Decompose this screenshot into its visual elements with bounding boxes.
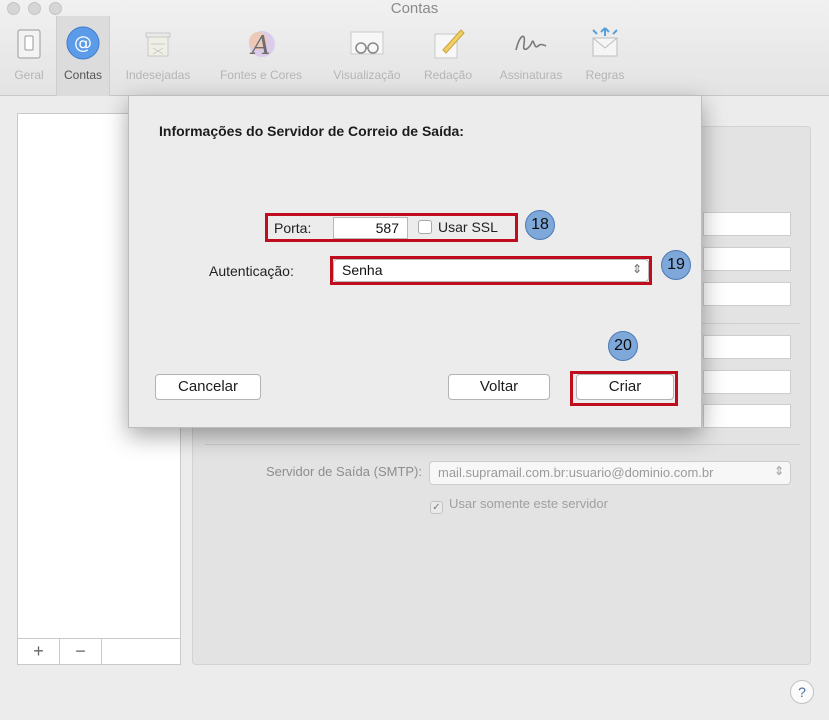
port-label: Porta: xyxy=(274,220,312,236)
toolbar-item-indesejadas[interactable]: Indesejadas xyxy=(115,24,201,82)
toolbar-label: Fontes e Cores xyxy=(219,68,303,82)
toolbar-label: Geral xyxy=(14,68,44,82)
toolbar-label: Assinaturas xyxy=(499,68,563,82)
signature-icon xyxy=(512,24,550,62)
background-field xyxy=(703,282,791,306)
help-button[interactable]: ? xyxy=(790,680,814,704)
toolbar-label: Regras xyxy=(585,68,625,82)
toolbar-item-contas[interactable]: @ Contas xyxy=(56,16,110,96)
only-this-server-checkbox[interactable]: ✓ xyxy=(430,501,443,514)
toolbar-label: Indesejadas xyxy=(125,68,191,82)
toolbar-item-assinaturas[interactable]: Assinaturas xyxy=(488,24,574,82)
port-input[interactable]: 587 xyxy=(333,217,408,239)
authentication-select[interactable]: Senha ⇕ xyxy=(333,259,649,282)
toolbar-label: Redação xyxy=(423,68,473,82)
background-field xyxy=(703,335,791,359)
create-button[interactable]: Criar xyxy=(576,374,674,400)
background-field xyxy=(703,212,791,236)
smtp-server-label: Servidor de Saída (SMTP): xyxy=(265,464,422,479)
select-arrows-icon: ⇕ xyxy=(773,464,784,478)
divider xyxy=(205,444,800,445)
glasses-icon xyxy=(348,24,386,62)
back-button[interactable]: Voltar xyxy=(448,374,550,400)
toolbar-label: Contas xyxy=(63,68,103,82)
only-this-server-label: Usar somente este servidor xyxy=(449,496,608,511)
at-sign-icon: @ xyxy=(64,24,102,62)
background-field xyxy=(703,404,791,428)
add-account-button[interactable]: + xyxy=(18,639,60,664)
background-field xyxy=(703,370,791,394)
use-ssl-label: Usar SSL xyxy=(438,219,498,235)
pencil-icon xyxy=(429,24,467,62)
toolbar-item-visualizacao[interactable]: Visualização xyxy=(323,24,411,82)
annotation-badge-20: 20 xyxy=(608,331,638,361)
toolbar-item-geral[interactable]: Geral xyxy=(2,24,56,82)
toolbar-label: Visualização xyxy=(333,68,401,82)
svg-text:@: @ xyxy=(74,33,92,54)
toolbar-item-regras[interactable]: Regras xyxy=(576,24,634,82)
rules-envelope-icon xyxy=(586,24,624,62)
remove-account-button[interactable]: − xyxy=(60,639,102,664)
toolbar-item-redacao[interactable]: Redação xyxy=(415,24,481,82)
switch-icon xyxy=(10,24,48,62)
accounts-list-toolbar: + − xyxy=(18,638,180,664)
use-ssl-option[interactable]: Usar SSL xyxy=(418,219,498,235)
smtp-server-select[interactable]: mail.supramail.com.br:usuario@dominio.co… xyxy=(429,461,791,485)
authentication-label: Autenticação: xyxy=(209,263,294,279)
authentication-value: Senha xyxy=(342,262,383,278)
only-this-server-option[interactable]: ✓ Usar somente este servidor xyxy=(430,496,608,514)
annotation-badge-18: 18 xyxy=(525,210,555,240)
font-a-icon: A xyxy=(242,24,280,62)
toolbar-item-fontes-cores[interactable]: A Fontes e Cores xyxy=(207,24,315,82)
window-title: Contas xyxy=(390,0,439,17)
select-arrows-icon: ⇕ xyxy=(631,262,642,276)
use-ssl-checkbox[interactable] xyxy=(418,220,432,234)
background-field xyxy=(703,247,791,271)
smtp-server-value: mail.supramail.com.br:usuario@dominio.co… xyxy=(438,465,714,480)
sheet-title: Informações do Servidor de Correio de Sa… xyxy=(159,123,464,139)
cancel-button[interactable]: Cancelar xyxy=(155,374,261,400)
annotation-badge-19: 19 xyxy=(661,250,691,280)
trash-icon xyxy=(139,24,177,62)
svg-text:A: A xyxy=(250,31,271,61)
window-titlebar: Contas Geral @ Contas Indesejadas A Font… xyxy=(0,0,829,96)
